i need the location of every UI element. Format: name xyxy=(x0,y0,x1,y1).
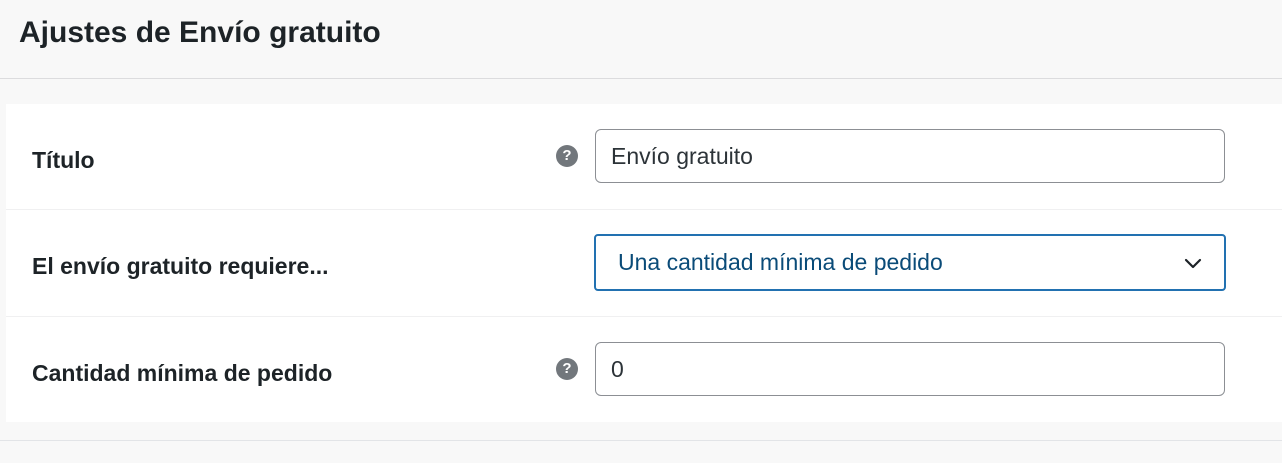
requires-select[interactable]: Una cantidad mínima de pedido xyxy=(594,234,1226,291)
settings-row-requires: El envío gratuito requiere... Una cantid… xyxy=(6,210,1282,316)
requires-label: El envío gratuito requiere... xyxy=(32,253,329,279)
settings-form: Título ? Envío gratuito El envío gratuit… xyxy=(6,104,1282,422)
requires-select-value: Una cantidad mínima de pedido xyxy=(618,249,943,275)
modal-header: Ajustes de Envío gratuito xyxy=(0,0,1282,79)
min-amount-label: Cantidad mínima de pedido xyxy=(32,360,333,386)
settings-row-title: Título ? Envío gratuito xyxy=(6,104,1282,209)
modal-footer xyxy=(0,440,1282,463)
chevron-down-icon xyxy=(1184,258,1202,269)
min-amount-input[interactable]: 0 xyxy=(595,342,1225,396)
title-label: Título xyxy=(32,147,95,173)
settings-row-min-amount: Cantidad mínima de pedido ? 0 xyxy=(6,317,1282,422)
title-input[interactable]: Envío gratuito xyxy=(595,129,1225,183)
help-icon[interactable]: ? xyxy=(556,358,578,380)
help-icon[interactable]: ? xyxy=(556,145,578,167)
page-title: Ajustes de Envío gratuito xyxy=(19,16,381,49)
